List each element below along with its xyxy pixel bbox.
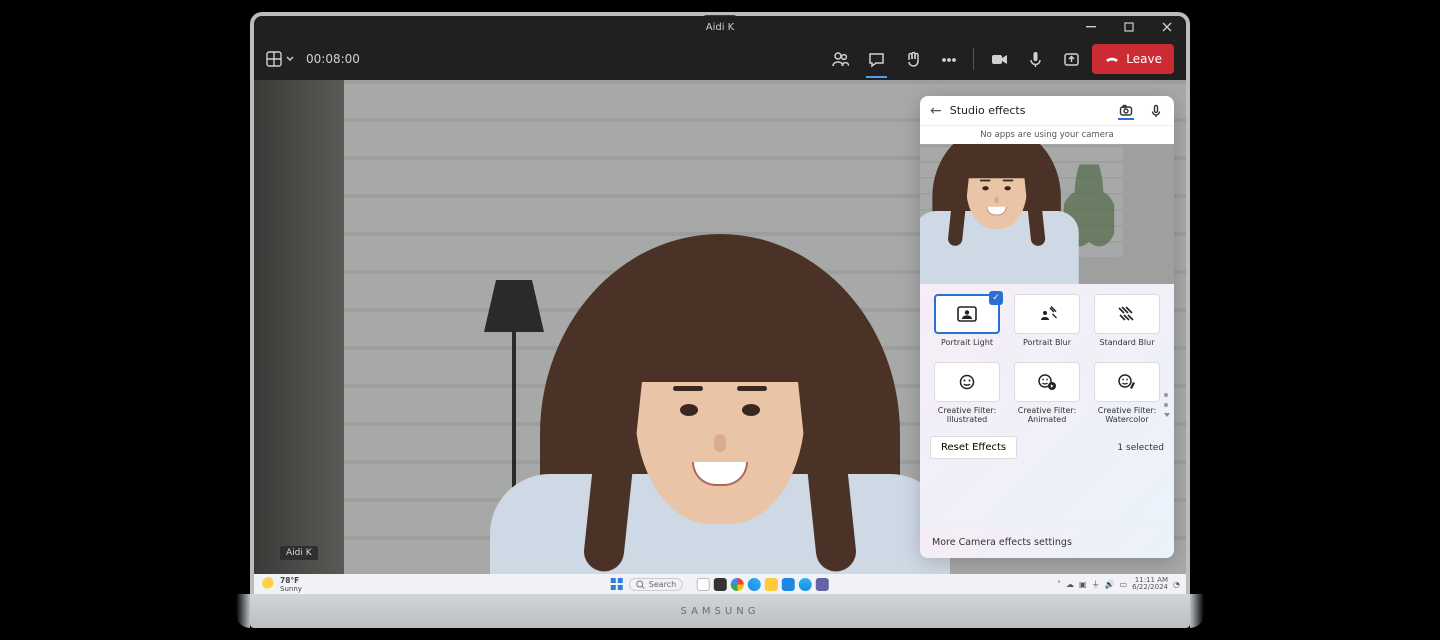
pinned-app[interactable]: [816, 578, 829, 591]
back-button[interactable]: ←: [930, 103, 942, 119]
pinned-apps: [697, 578, 829, 591]
search-placeholder: Search: [649, 580, 676, 589]
participant-name-tag: Aidi K: [280, 546, 318, 560]
smiley-play-icon: [1036, 373, 1058, 391]
effect-portrait-light[interactable]: [934, 294, 1000, 334]
studio-effects-panel: ← Studio effects No apps are using your …: [920, 96, 1174, 558]
effect-label: Creative Filter: Animated: [1010, 406, 1084, 424]
effect-portrait-blur[interactable]: [1014, 294, 1080, 334]
standard-blur-icon: [1116, 305, 1138, 323]
laptop-chin: SAMSUNG: [250, 594, 1190, 628]
windows-taskbar: 78°F Sunny Search: [254, 574, 1186, 594]
effects-area: Portrait Light Portrait Blur Standard: [920, 284, 1174, 526]
screen: Aidi K 00:08:00 Le: [254, 16, 1186, 594]
tray-wifi-icon[interactable]: ⏚: [1092, 579, 1100, 590]
laptop-frame: Aidi K 00:08:00 Le: [250, 12, 1190, 628]
smiley-icon: [957, 373, 977, 391]
weather-cond: Sunny: [280, 585, 302, 593]
tray-camera-icon[interactable]: ▣: [1079, 580, 1087, 589]
layout-grid-button[interactable]: [266, 51, 294, 67]
pinned-app[interactable]: [799, 578, 812, 591]
weather-temp: 78°F: [280, 576, 302, 585]
window-minimize-button[interactable]: [1072, 16, 1110, 38]
effect-label: Standard Blur: [1099, 338, 1154, 356]
reset-effects-button[interactable]: Reset Effects: [930, 436, 1017, 459]
effect-creative-illustrated[interactable]: [934, 362, 1000, 402]
laptop-brand: SAMSUNG: [681, 606, 760, 617]
call-timer: 00:08:00: [306, 52, 360, 66]
window-maximize-button[interactable]: [1110, 16, 1148, 38]
clock-date: 6/22/2024: [1132, 584, 1168, 591]
share-button[interactable]: [1056, 44, 1086, 74]
tray-onedrive-icon[interactable]: ☁: [1066, 580, 1074, 589]
pinned-app[interactable]: [782, 578, 795, 591]
weather-icon: [262, 577, 276, 591]
meeting-toolbar: 00:08:00 Leave: [254, 38, 1186, 80]
taskbar-weather[interactable]: 78°F Sunny: [254, 576, 310, 593]
effect-label: Creative Filter: Illustrated: [930, 406, 1004, 424]
mic-button[interactable]: [1020, 44, 1050, 74]
pinned-app[interactable]: [765, 578, 778, 591]
studio-title: Studio effects: [950, 104, 1110, 117]
pinned-app[interactable]: [697, 578, 710, 591]
portrait-light-icon: [956, 305, 978, 323]
selected-count: 1 selected: [1117, 443, 1164, 453]
taskbar-search[interactable]: Search: [629, 578, 683, 591]
raise-hand-button[interactable]: [897, 44, 927, 74]
tray-volume-icon[interactable]: 🔊: [1105, 580, 1115, 589]
camera-preview: [920, 144, 1174, 284]
camera-button[interactable]: [984, 44, 1014, 74]
pinned-app[interactable]: [731, 578, 744, 591]
window-close-button[interactable]: [1148, 16, 1186, 38]
effect-label: Portrait Blur: [1023, 338, 1071, 356]
page-dots[interactable]: [1164, 393, 1170, 417]
portrait-blur-icon: [1036, 305, 1058, 323]
tray-notifications-icon[interactable]: ◔: [1173, 580, 1180, 589]
hangup-icon: [1104, 51, 1120, 67]
tray-battery-icon[interactable]: ▭: [1120, 580, 1128, 589]
smiley-brush-icon: [1116, 373, 1138, 391]
taskbar-clock[interactable]: 11:11 AM 6/22/2024: [1132, 577, 1168, 591]
pinned-app[interactable]: [748, 578, 761, 591]
leave-label: Leave: [1126, 52, 1162, 66]
people-button[interactable]: [825, 44, 855, 74]
pinned-app[interactable]: [714, 578, 727, 591]
bezel: Aidi K 00:08:00 Le: [250, 12, 1190, 594]
leave-button[interactable]: Leave: [1092, 44, 1174, 74]
meeting-content: Aidi K ← Studio effects No apps are usin…: [254, 80, 1186, 574]
system-tray: ˄ ☁ ▣ ⏚ 🔊 ▭ 11:11 AM 6/22/2024 ◔: [1057, 577, 1180, 591]
mic-tab[interactable]: [1148, 102, 1164, 120]
search-icon: [636, 580, 645, 589]
effect-label: Portrait Light: [941, 338, 993, 356]
effect-standard-blur[interactable]: [1094, 294, 1160, 334]
camera-tab[interactable]: [1118, 102, 1134, 120]
window-title: Aidi K: [706, 22, 734, 33]
effect-creative-watercolor[interactable]: [1094, 362, 1160, 402]
effect-label: Creative Filter: Watercolor: [1090, 406, 1164, 424]
participant-avatar: [540, 234, 900, 574]
camera-status-text: No apps are using your camera: [920, 126, 1174, 144]
more-button[interactable]: [933, 44, 963, 74]
more-camera-settings-link[interactable]: More Camera effects settings: [920, 526, 1174, 558]
chat-button[interactable]: [861, 44, 891, 74]
window-titlebar: Aidi K: [254, 16, 1186, 38]
effect-creative-animated[interactable]: [1014, 362, 1080, 402]
tray-chevron-icon[interactable]: ˄: [1057, 580, 1061, 589]
start-button[interactable]: [611, 578, 623, 590]
